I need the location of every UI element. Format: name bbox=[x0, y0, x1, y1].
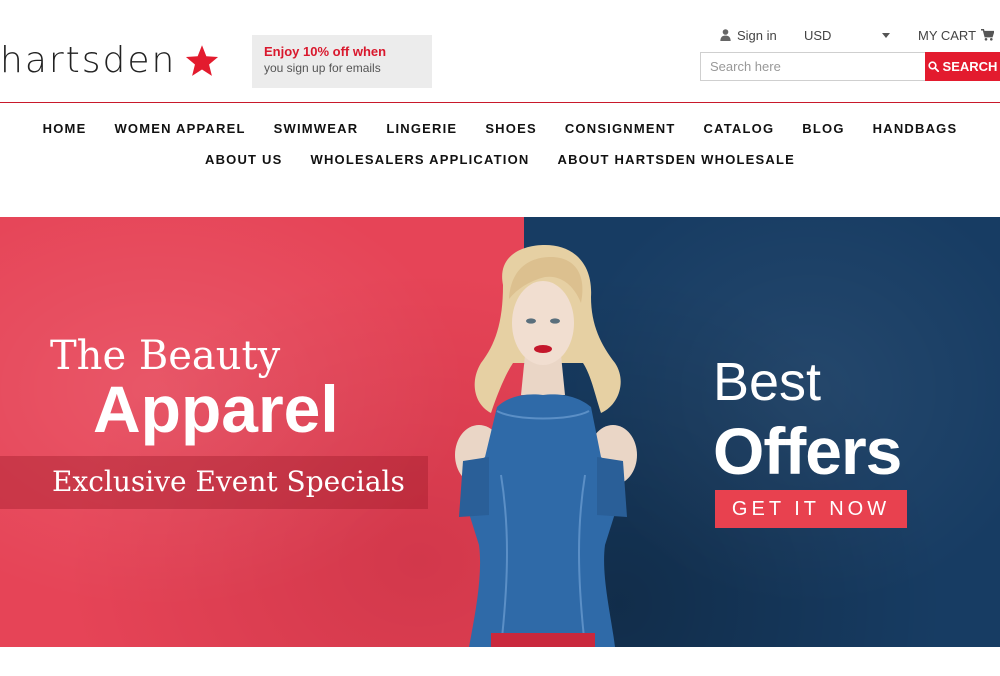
nav-item-catalog[interactable]: CATALOG bbox=[690, 121, 789, 136]
nav-item-lingerie[interactable]: LINGERIE bbox=[372, 121, 471, 136]
site-header: hartsden Enjoy 10% off when you sign up … bbox=[0, 0, 1000, 103]
sign-in-link[interactable]: Sign in bbox=[720, 25, 777, 45]
currency-value: USD bbox=[804, 27, 832, 43]
model-image bbox=[455, 245, 637, 647]
nav-row-primary: HOME WOMEN APPAREL SWIMWEAR LINGERIE SHO… bbox=[0, 113, 1000, 143]
sign-in-label: Sign in bbox=[737, 27, 777, 43]
nav-item-wholesalers-application[interactable]: WHOLESALERS APPLICATION bbox=[296, 152, 543, 167]
promo-subtitle: you sign up for emails bbox=[264, 61, 381, 75]
promo-title: Enjoy 10% off when bbox=[264, 44, 387, 59]
get-it-now-button[interactable]: GET IT NOW bbox=[715, 490, 907, 528]
cart-icon bbox=[981, 29, 995, 41]
nav-item-about-hartsden-wholesale[interactable]: ABOUT HARTSDEN WHOLESALE bbox=[543, 152, 809, 167]
nav-item-swimwear[interactable]: SWIMWEAR bbox=[260, 121, 373, 136]
cart-label: MY CART bbox=[918, 27, 977, 43]
hero-banner[interactable]: The Beauty Apparel Exclusive Event Speci… bbox=[0, 217, 1000, 647]
hero-offer-large: Offers bbox=[713, 414, 902, 488]
email-signup-promo[interactable]: Enjoy 10% off when you sign up for email… bbox=[252, 35, 432, 88]
nav-row-secondary: ABOUT US WHOLESALERS APPLICATION ABOUT H… bbox=[0, 144, 1000, 174]
user-icon bbox=[720, 29, 731, 41]
chevron-down-icon bbox=[882, 32, 890, 38]
hero-offer-small: Best bbox=[713, 352, 822, 412]
nav-item-women-apparel[interactable]: WOMEN APPAREL bbox=[100, 121, 259, 136]
currency-select[interactable]: USD bbox=[804, 25, 890, 45]
hero-subtitle: Exclusive Event Specials bbox=[52, 465, 405, 498]
nav-item-home[interactable]: HOME bbox=[29, 121, 101, 136]
nav-item-consignment[interactable]: CONSIGNMENT bbox=[551, 121, 690, 136]
search-button-label: SEARCH bbox=[942, 59, 998, 74]
nav-item-handbags[interactable]: HANDBAGS bbox=[859, 121, 972, 136]
nav-item-shoes[interactable]: SHOES bbox=[471, 121, 551, 136]
site-logo[interactable]: hartsden bbox=[0, 36, 220, 86]
nav-item-blog[interactable]: BLOG bbox=[788, 121, 858, 136]
my-cart-link[interactable]: MY CART bbox=[918, 25, 995, 45]
logo-wordmark: hartsden bbox=[0, 40, 177, 81]
hero-headline-large: Apparel bbox=[93, 372, 339, 446]
header-divider bbox=[0, 102, 1000, 103]
search-input[interactable] bbox=[700, 52, 925, 81]
search-form: SEARCH bbox=[700, 52, 1000, 81]
star-icon bbox=[186, 45, 219, 76]
search-icon bbox=[927, 61, 939, 72]
nav-item-about-us[interactable]: ABOUT US bbox=[191, 152, 297, 167]
search-button[interactable]: SEARCH bbox=[925, 52, 1000, 81]
main-nav: HOME WOMEN APPAREL SWIMWEAR LINGERIE SHO… bbox=[0, 113, 1000, 174]
